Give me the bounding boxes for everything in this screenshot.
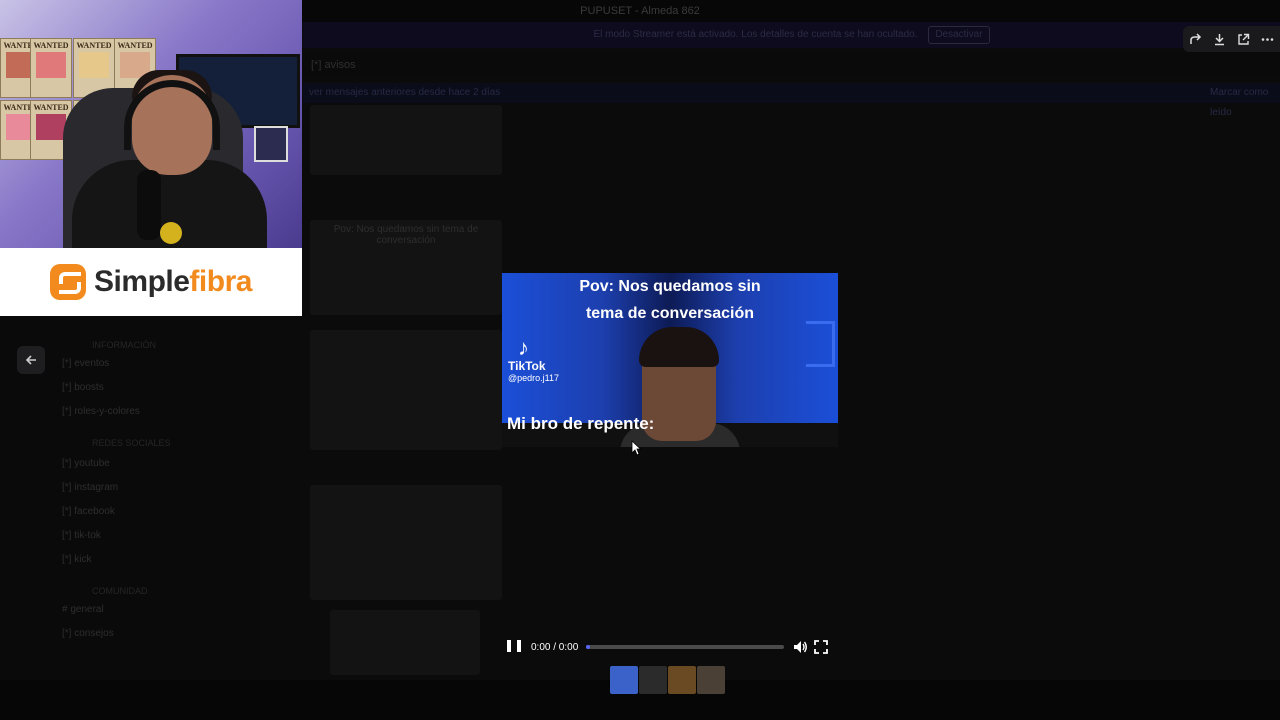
attachment-caption: Pov: Nos quedamos sin tema de conversaci… — [333, 224, 479, 246]
sidebar-channel[interactable]: # general — [62, 604, 104, 615]
tiktok-icon: ♪ — [518, 335, 529, 360]
sidebar-channel[interactable]: [*] kick — [62, 554, 91, 565]
streamer-mode-banner: El modo Streamer está activado. Los deta… — [303, 22, 1280, 48]
time-display: 0:00 / 0:00 — [531, 641, 579, 653]
tiktok-label: TikTok — [508, 359, 546, 373]
more-icon[interactable] — [1261, 32, 1275, 46]
webcam-overlay: WANTED WANTED WANTED WANTED WANTED WANTE… — [0, 0, 302, 248]
video-controls: 0:00 / 0:00 — [502, 636, 838, 658]
thumbnail[interactable] — [668, 666, 696, 694]
back-button[interactable] — [17, 346, 45, 374]
wanted-poster: WANTED — [30, 38, 72, 98]
microphone — [137, 170, 161, 240]
mouse-cursor-icon — [631, 440, 642, 461]
sidebar-channel[interactable]: [*] consejos — [62, 628, 114, 639]
studio-logo — [806, 321, 835, 367]
sponsor-panel: Simplefibra — [0, 248, 302, 316]
open-external-icon[interactable] — [1237, 32, 1251, 46]
attachment-thumb[interactable] — [330, 610, 480, 675]
sidebar-channel[interactable]: [*] boosts — [62, 382, 104, 393]
banner-button[interactable]: Desactivar — [928, 26, 990, 44]
channel-header: [*] avisos — [303, 52, 1280, 78]
sidebar-channel[interactable]: [*] instagram — [62, 482, 118, 493]
thumbnail[interactable] — [639, 666, 667, 694]
media-thumbnails — [610, 666, 725, 694]
sidebar-category[interactable]: INFORMACIÓN — [92, 340, 156, 350]
tiktok-watermark: ♪ TikTok @pedro.j117 — [508, 335, 560, 384]
fullscreen-icon[interactable] — [814, 640, 829, 654]
sponsor-name: Simplefibra — [94, 265, 252, 298]
caption-line: tema de conversación — [585, 305, 755, 322]
shirt-logo — [160, 222, 182, 244]
message-attachments: Pov: Nos quedamos sin tema de conversaci… — [310, 105, 502, 675]
progress-fill — [586, 645, 591, 649]
mark-read-link[interactable]: Marcar como leído — [1210, 83, 1280, 123]
media-toolbar — [1183, 26, 1280, 52]
sidebar-category[interactable]: COMUNIDAD — [92, 586, 148, 596]
video-subtitle: Mi bro de repente: — [507, 414, 655, 433]
sidebar-category[interactable]: REDES SOCIALES — [92, 438, 171, 448]
banner-text: El modo Streamer está activado. Los deta… — [593, 29, 918, 40]
attachment-thumb[interactable] — [310, 105, 502, 175]
attachment-thumb[interactable]: Pov: Nos quedamos sin tema de conversaci… — [310, 220, 502, 315]
sidebar-channel[interactable]: [*] tik-tok — [62, 530, 101, 541]
download-icon[interactable] — [1212, 32, 1226, 46]
sidebar-channel[interactable]: [*] facebook — [62, 506, 115, 517]
sponsor-logo-icon — [50, 264, 87, 300]
thumbnail[interactable] — [697, 666, 725, 694]
sidebar-channel[interactable]: [*] roles-y-colores — [62, 406, 140, 417]
video-frame[interactable]: Pov: Nos quedamos sin tema de conversaci… — [502, 273, 838, 447]
pause-button[interactable] — [507, 640, 521, 654]
arrow-left-icon — [25, 355, 36, 365]
video-caption: Pov: Nos quedamos sin tema de conversaci… — [502, 273, 838, 327]
wall-frame — [254, 126, 288, 162]
attachment-thumb[interactable] — [310, 485, 502, 600]
progress-bar[interactable] — [586, 645, 785, 649]
share-icon[interactable] — [1188, 32, 1202, 46]
caption-line: Pov: Nos quedamos sin — [579, 278, 761, 295]
attachment-thumb[interactable] — [310, 330, 502, 450]
thumbnail[interactable] — [610, 666, 638, 694]
sidebar-channel[interactable]: [*] eventos — [62, 358, 109, 369]
volume-icon[interactable] — [792, 639, 808, 655]
tiktok-user: @pedro.j117 — [508, 373, 560, 383]
sidebar-channel[interactable]: [*] youtube — [62, 458, 110, 469]
new-messages-bar[interactable]: ver mensajes anteriores desde hace 2 día… — [303, 83, 1280, 103]
